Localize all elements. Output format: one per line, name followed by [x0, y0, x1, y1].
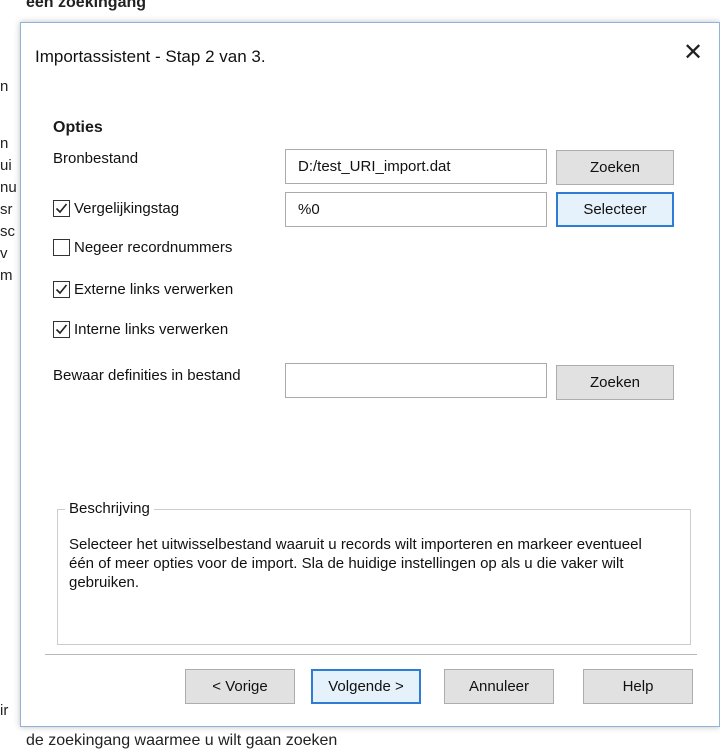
internal-links-checkbox[interactable]	[53, 320, 70, 338]
background-fragment: nu	[0, 179, 17, 196]
background-fragment: v	[0, 245, 8, 262]
footer-divider	[45, 654, 697, 655]
background-fragment: n	[0, 78, 9, 95]
source-browse-button[interactable]: Zoeken	[556, 150, 674, 185]
checkmark-icon	[55, 323, 68, 334]
dialog-title: Importassistent - Stap 2 van 3.	[35, 47, 266, 66]
source-file-input[interactable]: D:/test_URI_import.dat	[285, 149, 547, 184]
dialog-titlebar[interactable]: Importassistent - Stap 2 van 3. ✕	[21, 23, 719, 83]
option-external-links[interactable]: Externe links verwerken	[53, 277, 233, 301]
compare-tag-input[interactable]: %0	[285, 192, 547, 227]
background-fragment: m	[0, 267, 13, 284]
compare-tag-checkbox-row[interactable]: Vergelijkingstag	[53, 196, 179, 220]
save-browse-button[interactable]: Zoeken	[556, 365, 674, 400]
cancel-button[interactable]: Annuleer	[444, 669, 554, 704]
compare-tag-checkbox[interactable]	[53, 199, 70, 217]
select-button[interactable]: Selecteer	[556, 192, 674, 227]
options-heading: Opties	[53, 119, 103, 136]
close-icon[interactable]: ✕	[681, 41, 705, 65]
save-definitions-label: Bewaar definities in bestand	[53, 367, 241, 384]
external-links-checkbox[interactable]	[53, 280, 70, 298]
background-footer-text: de zoekingang waarmee u wilt gaan zoeken	[26, 732, 338, 749]
background-fragment: sr	[0, 201, 13, 218]
ignore-record-numbers-checkbox[interactable]	[53, 238, 70, 256]
background-fragment: ui	[0, 157, 12, 174]
prev-button[interactable]: < Vorige	[185, 669, 295, 704]
checkmark-icon	[55, 283, 68, 294]
source-file-label: Bronbestand	[53, 150, 139, 167]
background-fragment: ir	[0, 702, 9, 719]
description-text: Selecteer het uitwisselbestand waaruit u…	[69, 536, 642, 591]
option-internal-links[interactable]: Interne links verwerken	[53, 317, 228, 341]
checkmark-icon	[55, 202, 68, 213]
background-fragment: n	[0, 135, 9, 152]
save-definitions-input[interactable]	[285, 363, 547, 398]
option-label: Negeer recordnummers	[74, 238, 233, 256]
next-button[interactable]: Volgende >	[311, 669, 421, 704]
option-ignore-record-numbers[interactable]: Negeer recordnummers	[53, 235, 232, 259]
help-button[interactable]: Help	[583, 669, 693, 704]
description-title: Beschrijving	[65, 500, 154, 517]
background-heading: een zoekingang	[26, 0, 147, 11]
compare-tag-label: Vergelijkingstag	[74, 199, 180, 217]
import-wizard-dialog: Importassistent - Stap 2 van 3. ✕ Opties…	[20, 22, 720, 727]
background-fragment: sc	[0, 223, 15, 240]
option-label: Interne links verwerken	[74, 320, 229, 338]
option-label: Externe links verwerken	[74, 280, 234, 298]
